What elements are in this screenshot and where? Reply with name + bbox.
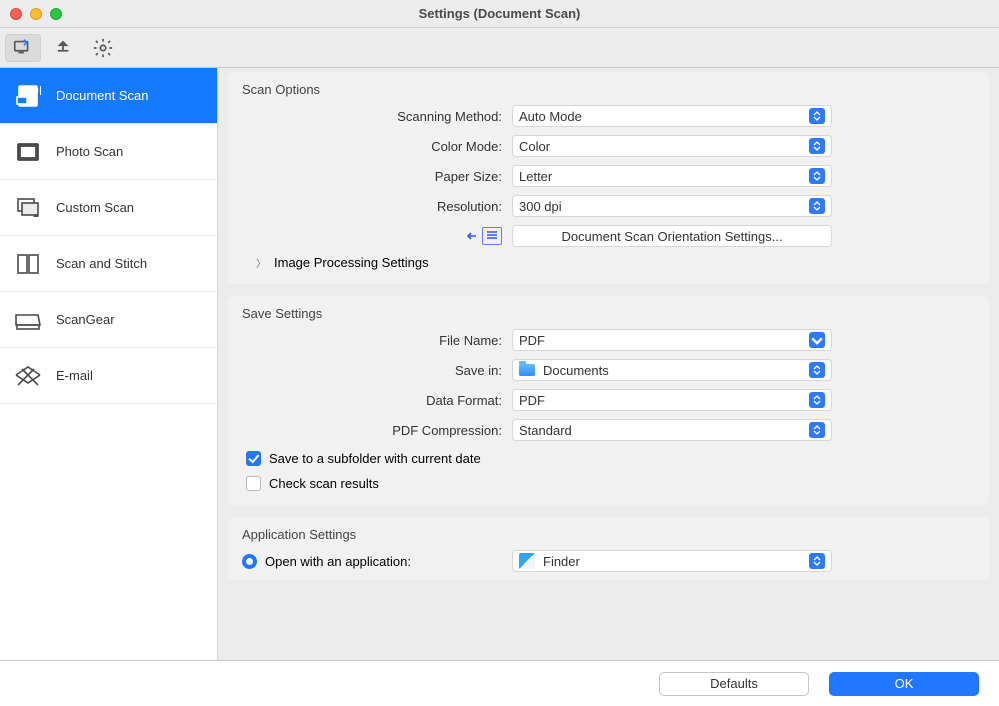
sidebar-item-label: E-mail (56, 368, 93, 383)
file-name-combobox[interactable]: PDF (512, 329, 832, 351)
select-arrows-icon (809, 362, 825, 378)
data-format-label: Data Format: (242, 393, 502, 408)
orientation-icon (466, 227, 502, 245)
select-arrows-icon (809, 108, 825, 124)
save-settings-title: Save Settings (242, 306, 975, 321)
color-mode-label: Color Mode: (242, 139, 502, 154)
scan-and-stitch-icon (14, 250, 42, 278)
bottom-bar: Defaults OK (0, 660, 999, 706)
scan-options-section: Scan Options Scanning Method: Auto Mode … (228, 72, 989, 284)
ok-button[interactable]: OK (829, 672, 979, 696)
resolution-label: Resolution: (242, 199, 502, 214)
sidebar: PDF Document Scan Photo Scan (0, 68, 218, 660)
select-arrows-icon (809, 168, 825, 184)
photo-scan-icon (14, 138, 42, 166)
open-with-application-select[interactable]: Finder (512, 550, 832, 572)
application-settings-section: Application Settings Open with an applic… (228, 517, 989, 580)
open-with-application-radio[interactable] (242, 554, 257, 569)
sidebar-item-label: ScanGear (56, 312, 115, 327)
sidebar-item-custom-scan[interactable]: Custom Scan (0, 180, 217, 236)
select-arrows-icon (809, 422, 825, 438)
application-settings-title: Application Settings (242, 527, 975, 542)
select-arrows-icon (809, 392, 825, 408)
check-scan-results-row[interactable]: Check scan results (242, 476, 975, 491)
defaults-button[interactable]: Defaults (659, 672, 809, 696)
svg-text:PDF: PDF (21, 83, 41, 98)
titlebar: Settings (Document Scan) (0, 0, 999, 28)
folder-icon (519, 364, 535, 376)
content-area: Scan Options Scanning Method: Auto Mode … (218, 68, 999, 660)
select-arrows-icon (809, 198, 825, 214)
dropdown-arrow-icon (809, 332, 825, 348)
finder-icon (519, 553, 535, 569)
save-in-select[interactable]: Documents (512, 359, 832, 381)
toolbar-scan-from-computer-tab[interactable] (5, 34, 41, 62)
toolbar-scan-from-panel-tab[interactable] (45, 34, 81, 62)
sidebar-item-label: Document Scan (56, 88, 149, 103)
sidebar-item-scan-and-stitch[interactable]: Scan and Stitch (0, 236, 217, 292)
file-name-label: File Name: (242, 333, 502, 348)
toolbar (0, 28, 999, 68)
custom-scan-icon (14, 194, 42, 222)
paper-size-select[interactable]: Letter (512, 165, 832, 187)
scanning-method-label: Scanning Method: (242, 109, 502, 124)
chevron-right-icon: 〉 (256, 255, 266, 270)
scangear-icon (14, 306, 42, 334)
sidebar-item-document-scan[interactable]: PDF Document Scan (0, 68, 217, 124)
scan-options-title: Scan Options (242, 82, 975, 97)
orientation-settings-button[interactable]: Document Scan Orientation Settings... (512, 225, 832, 247)
pdf-compression-label: PDF Compression: (242, 423, 502, 438)
sidebar-item-scangear[interactable]: ScanGear (0, 292, 217, 348)
select-arrows-icon (809, 138, 825, 154)
open-with-application-label: Open with an application: (265, 554, 411, 569)
color-mode-select[interactable]: Color (512, 135, 832, 157)
sidebar-item-label: Photo Scan (56, 144, 123, 159)
select-arrows-icon (809, 553, 825, 569)
save-in-label: Save in: (242, 363, 502, 378)
check-scan-results-checkbox[interactable] (246, 476, 261, 491)
sidebar-item-photo-scan[interactable]: Photo Scan (0, 124, 217, 180)
data-format-select[interactable]: PDF (512, 389, 832, 411)
toolbar-general-settings-tab[interactable] (85, 34, 121, 62)
paper-size-label: Paper Size: (242, 169, 502, 184)
scanning-method-select[interactable]: Auto Mode (512, 105, 832, 127)
sidebar-item-label: Custom Scan (56, 200, 134, 215)
save-settings-section: Save Settings File Name: PDF Save in: Do… (228, 296, 989, 505)
image-processing-disclosure[interactable]: 〉 Image Processing Settings (242, 255, 975, 270)
pdf-compression-select[interactable]: Standard (512, 419, 832, 441)
sidebar-item-label: Scan and Stitch (56, 256, 147, 271)
save-subfolder-checkbox-row[interactable]: Save to a subfolder with current date (242, 451, 975, 466)
sidebar-item-email[interactable]: E-mail (0, 348, 217, 404)
document-scan-icon: PDF (14, 82, 42, 110)
resolution-select[interactable]: 300 dpi (512, 195, 832, 217)
save-subfolder-checkbox[interactable] (246, 451, 261, 466)
window-title: Settings (Document Scan) (0, 6, 999, 21)
email-icon (14, 362, 42, 390)
